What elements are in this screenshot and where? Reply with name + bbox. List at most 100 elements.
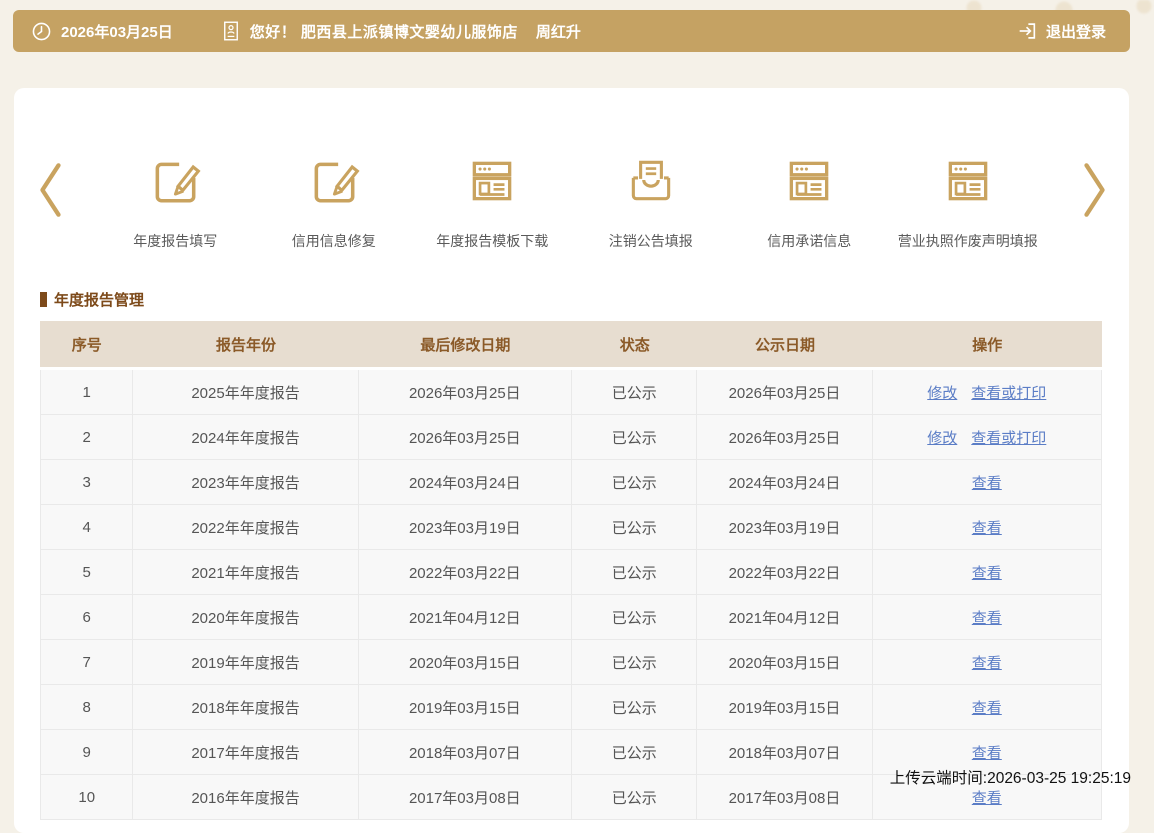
table-row: 52021年年度报告2022年03月22日已公示2022年03月22日查看 [40, 550, 1102, 595]
main-panel: 年度报告填写 信用信息修复 年度报告模板下载 注销公告填报 信用承诺信息 [14, 88, 1129, 833]
logout-button[interactable]: 退出登录 [1016, 20, 1106, 42]
quick-action-label: 注销公告填报 [609, 231, 693, 251]
view-link[interactable]: 查看 [972, 565, 1002, 582]
quick-actions-menu: 年度报告填写 信用信息修复 年度报告模板下载 注销公告填报 信用承诺信息 [96, 154, 1047, 251]
carousel-prev-button[interactable] [34, 160, 68, 222]
cell-publish-date: 2023年03月19日 [697, 505, 872, 550]
user-name: 周红升 [536, 21, 581, 42]
section-bullet-decoration [40, 292, 47, 307]
view-link[interactable]: 查看 [972, 520, 1002, 537]
cell-last-modified-date: 2017年03月08日 [359, 775, 572, 820]
table-row: 72019年年度报告2020年03月15日已公示2020年03月15日查看 [40, 640, 1102, 685]
cell-index: 4 [40, 505, 133, 550]
chevron-right-icon [1080, 208, 1108, 223]
quick-action-item[interactable]: 注销公告填报 [572, 154, 731, 251]
view-or-print-link[interactable]: 查看或打印 [971, 385, 1046, 402]
cell-status: 已公示 [572, 775, 697, 820]
browser-doc-icon [782, 154, 836, 210]
quick-action-item[interactable]: 营业执照作废声明填报 [889, 154, 1048, 251]
column-header: 公示日期 [697, 321, 872, 370]
cell-last-modified-date: 2026年03月25日 [359, 415, 572, 460]
cell-index: 5 [40, 550, 133, 595]
table-row: 82018年年度报告2019年03月15日已公示2019年03月15日查看 [40, 685, 1102, 730]
table-row: 62020年年度报告2021年04月12日已公示2021年04月12日查看 [40, 595, 1102, 640]
carousel-next-button[interactable] [1077, 160, 1111, 222]
cell-publish-date: 2020年03月15日 [697, 640, 872, 685]
modify-link[interactable]: 修改 [927, 385, 957, 402]
cell-report-year: 2016年年度报告 [133, 775, 358, 820]
quick-action-label: 信用承诺信息 [767, 231, 851, 251]
cell-index: 8 [40, 685, 133, 730]
cell-last-modified-date: 2026年03月25日 [359, 370, 572, 415]
column-header: 状态 [572, 321, 697, 370]
cell-actions: 修改查看或打印 [873, 415, 1102, 460]
cell-last-modified-date: 2020年03月15日 [359, 640, 572, 685]
cell-index: 6 [40, 595, 133, 640]
cell-index: 7 [40, 640, 133, 685]
view-link[interactable]: 查看 [972, 745, 1002, 762]
cell-actions: 查看 [873, 460, 1102, 505]
quick-action-item[interactable]: 年度报告填写 [96, 154, 255, 251]
modify-link[interactable]: 修改 [927, 430, 957, 447]
cell-publish-date: 2017年03月08日 [697, 775, 872, 820]
cell-status: 已公示 [572, 640, 697, 685]
cell-publish-date: 2018年03月07日 [697, 730, 872, 775]
view-link[interactable]: 查看 [972, 655, 1002, 672]
cell-actions: 修改查看或打印 [873, 370, 1102, 415]
cell-report-year: 2024年年度报告 [133, 415, 358, 460]
cell-publish-date: 2024年03月24日 [697, 460, 872, 505]
cell-publish-date: 2022年03月22日 [697, 550, 872, 595]
quick-action-item[interactable]: 年度报告模板下载 [413, 154, 572, 251]
cell-index: 9 [40, 730, 133, 775]
cell-publish-date: 2019年03月15日 [697, 685, 872, 730]
clock-icon [31, 21, 52, 42]
cell-last-modified-date: 2019年03月15日 [359, 685, 572, 730]
cell-report-year: 2020年年度报告 [133, 595, 358, 640]
cell-report-year: 2023年年度报告 [133, 460, 358, 505]
browser-doc-icon [465, 154, 519, 210]
cell-index: 3 [40, 460, 133, 505]
cell-index: 1 [40, 370, 133, 415]
cell-status: 已公示 [572, 460, 697, 505]
edit-square-icon [148, 154, 202, 210]
logout-label: 退出登录 [1046, 21, 1106, 42]
upload-timestamp-overlay: 上传云端时间:2026-03-25 19:25:19 [890, 766, 1131, 788]
cell-last-modified-date: 2022年03月22日 [359, 550, 572, 595]
cell-last-modified-date: 2024年03月24日 [359, 460, 572, 505]
annual-report-table: 序号报告年份最后修改日期状态公示日期操作 12025年年度报告2026年03月2… [40, 321, 1102, 820]
view-link[interactable]: 查看 [972, 610, 1002, 627]
chevron-left-icon [37, 208, 65, 223]
cell-publish-date: 2021年04月12日 [697, 595, 872, 640]
top-bar: 2026年03月25日 您好！ 肥西县上派镇博文婴幼儿服饰店 周红升 退出登录 [13, 10, 1130, 52]
quick-action-label: 年度报告模板下载 [436, 231, 548, 251]
column-header: 最后修改日期 [359, 321, 572, 370]
table-row: 42022年年度报告2023年03月19日已公示2023年03月19日查看 [40, 505, 1102, 550]
view-link[interactable]: 查看 [972, 700, 1002, 717]
cell-status: 已公示 [572, 730, 697, 775]
cell-index: 2 [40, 415, 133, 460]
quick-action-label: 信用信息修复 [292, 231, 376, 251]
view-or-print-link[interactable]: 查看或打印 [971, 430, 1046, 447]
edit-square-icon [307, 154, 361, 210]
view-link[interactable]: 查看 [972, 475, 1002, 492]
logout-icon [1016, 20, 1038, 42]
greeting-text: 您好！ 肥西县上派镇博文婴幼儿服饰店 [250, 21, 518, 42]
column-header: 操作 [873, 321, 1102, 370]
id-badge-icon [221, 20, 241, 42]
cell-publish-date: 2026年03月25日 [697, 415, 872, 460]
table-row: 12025年年度报告2026年03月25日已公示2026年03月25日修改查看或… [40, 370, 1102, 415]
cell-publish-date: 2026年03月25日 [697, 370, 872, 415]
cell-last-modified-date: 2021年04月12日 [359, 595, 572, 640]
cell-actions: 查看 [873, 685, 1102, 730]
view-link[interactable]: 查看 [972, 790, 1002, 807]
cell-report-year: 2017年年度报告 [133, 730, 358, 775]
quick-action-item[interactable]: 信用承诺信息 [730, 154, 889, 251]
column-header: 序号 [40, 321, 133, 370]
cell-status: 已公示 [572, 685, 697, 730]
cell-index: 10 [40, 775, 133, 820]
quick-action-item[interactable]: 信用信息修复 [255, 154, 414, 251]
browser-doc-icon [941, 154, 995, 210]
cell-actions: 查看 [873, 640, 1102, 685]
quick-action-label: 年度报告填写 [133, 231, 217, 251]
cell-actions: 查看 [873, 505, 1102, 550]
